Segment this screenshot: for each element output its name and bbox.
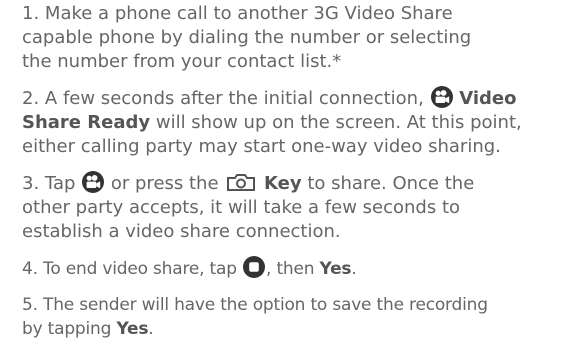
camera-key-icon — [226, 172, 256, 192]
instruction-list: 1. Make a phone call to another 3G Video… — [0, 0, 560, 341]
step-number: 2. — [22, 88, 40, 109]
step-number: 1. — [22, 3, 40, 24]
step-number: 5. — [22, 295, 38, 315]
step-number: 3. — [22, 173, 40, 194]
step-number: 4. — [22, 259, 38, 279]
yes-bold: Yes — [319, 259, 352, 279]
step-3-line-3: establish a video share connection. — [22, 221, 341, 242]
step-1-line-1: 1. Make a phone call to another 3G Video… — [22, 3, 453, 24]
step-3-line-1: 3. Tap or press the Key to share. Once t… — [22, 171, 475, 194]
step-3-line-2: other party accepts, it will take a few … — [22, 197, 461, 218]
step-1: 1. Make a phone call to another 3G Video… — [22, 2, 560, 74]
step-4: 4. To end video share, tap , then Yes. — [22, 256, 560, 281]
key-bold: Key — [264, 173, 302, 194]
video-share-ready-bold: Video — [459, 88, 517, 109]
step-2: 2. A few seconds after the initial conne… — [22, 86, 560, 159]
step-2-line-2: Share Ready will show up on the screen. … — [22, 112, 522, 133]
step-5-line-2: by tapping Yes. — [22, 319, 154, 339]
yes-bold: Yes — [116, 319, 149, 339]
step-2-line-3: either calling party may start one-way v… — [22, 136, 501, 157]
stop-icon — [243, 256, 266, 278]
step-1-line-3: the number from your contact list.* — [22, 51, 342, 72]
step-3: 3. Tap or press the Key to share. Once t… — [22, 171, 560, 244]
video-share-icon — [82, 171, 105, 193]
step-5: 5. The sender will have the option to sa… — [22, 293, 560, 341]
step-5-line-1: 5. The sender will have the option to sa… — [22, 295, 488, 315]
step-2-line-1: 2. A few seconds after the initial conne… — [22, 86, 517, 109]
step-1-line-2: capable phone by dialing the number or s… — [22, 27, 472, 48]
video-share-icon — [430, 86, 453, 108]
step-4-line-1: 4. To end video share, tap , then Yes. — [22, 256, 560, 281]
